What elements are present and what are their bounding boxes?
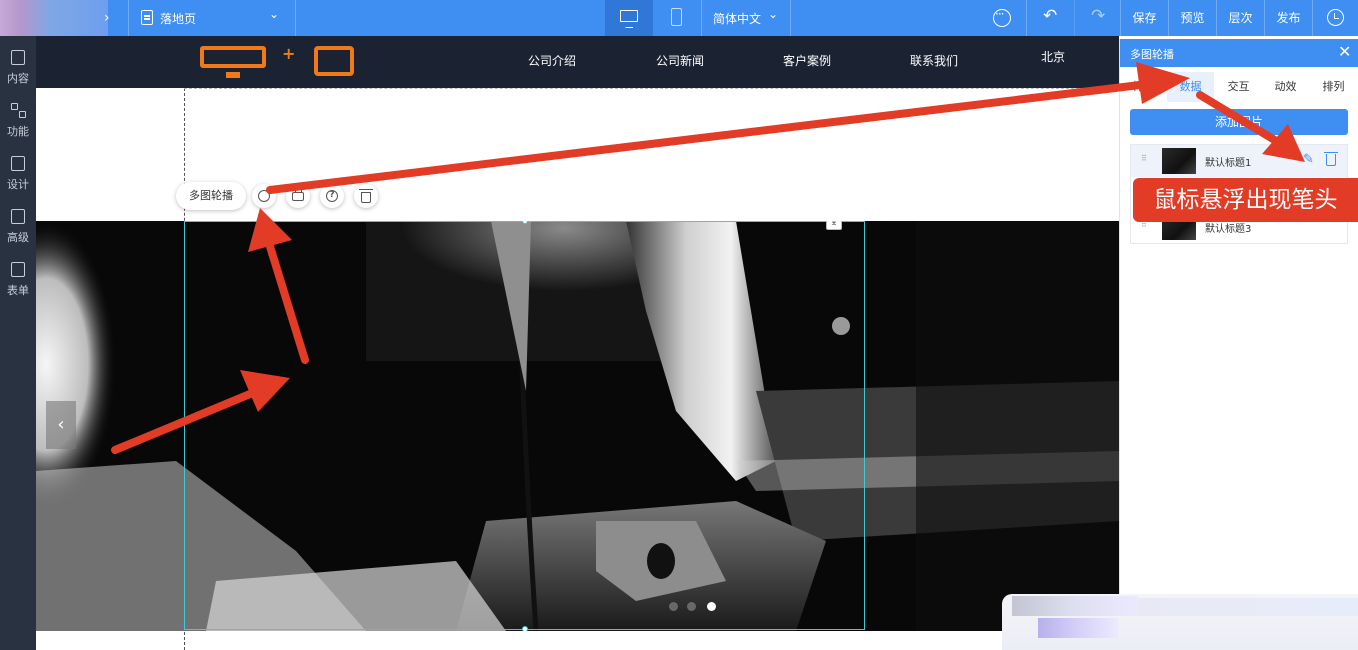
add-image-button[interactable]: 添加图片 xyxy=(1130,109,1348,135)
layers-button[interactable]: 层次 xyxy=(1216,0,1264,36)
selection-frame[interactable]: ⤓ xyxy=(184,221,865,631)
sidebar-item-features[interactable]: 功能 xyxy=(0,95,36,145)
delete-button[interactable] xyxy=(354,184,378,208)
nav-link-cases[interactable]: 客户案例 xyxy=(783,52,831,69)
pencil-icon[interactable]: ✎ xyxy=(1303,153,1317,167)
tab-data[interactable]: 数据 xyxy=(1167,72,1214,102)
page-selector[interactable]: 落地页 ⌄ xyxy=(128,0,296,36)
form-icon xyxy=(11,262,25,277)
blurred-strip xyxy=(1038,618,1118,638)
sidebar-item-label: 高级 xyxy=(7,231,29,244)
mobile-icon xyxy=(671,8,682,26)
desktop-icon xyxy=(620,10,638,28)
resize-handle-bottom[interactable] xyxy=(522,626,528,631)
list-item-title: 默认标题3 xyxy=(1205,224,1252,235)
carousel-prev-button[interactable]: ‹ xyxy=(46,401,76,449)
page-icon xyxy=(141,10,153,25)
carousel-dot[interactable] xyxy=(687,602,696,611)
properties-panel: 多图轮播 ✕ 样式 数据 交互 动效 排列 添加图片 ⠿ 默认标题1 ✎ ⠿ 默… xyxy=(1119,39,1358,650)
nav-link-news[interactable]: 公司新闻 xyxy=(656,52,704,69)
list-item[interactable]: ⠿ 默认标题1 ✎ xyxy=(1131,145,1347,177)
sidebar-item-advanced[interactable]: 高级 xyxy=(0,201,36,251)
sidebar-item-label: 内容 xyxy=(7,72,29,85)
blurred-strip xyxy=(1138,598,1358,616)
help-button[interactable]: ? xyxy=(320,184,344,208)
help-icon: ? xyxy=(326,190,338,202)
carousel-dot-active[interactable] xyxy=(707,602,716,611)
document-icon xyxy=(11,50,25,65)
gear-icon xyxy=(258,190,270,202)
horizontal-guide-line xyxy=(184,88,1119,89)
redo-icon: ↷ xyxy=(1091,6,1106,26)
save-button[interactable]: 保存 xyxy=(1120,0,1168,36)
grid-icon xyxy=(11,103,26,118)
nav-link-beijing[interactable]: 北京 xyxy=(1041,48,1065,65)
mobile-view-button[interactable] xyxy=(653,0,701,36)
tab-interaction[interactable]: 交互 xyxy=(1215,72,1262,102)
history-button[interactable] xyxy=(1312,0,1358,36)
nav-link-about[interactable]: 公司介绍 xyxy=(528,52,576,69)
nav-link-contact[interactable]: 联系我们 xyxy=(910,52,958,69)
editor-canvas[interactable]: + 公司介绍 公司新闻 客户案例 联系我们 北京 多图轮播 ? ⤓ ‹ xyxy=(36,36,1119,650)
sidebar-item-label: 功能 xyxy=(7,125,29,138)
component-name-tag[interactable]: 多图轮播 xyxy=(176,182,246,210)
panel-title: 多图轮播 xyxy=(1130,48,1174,61)
undo-button[interactable]: ↶ xyxy=(1026,0,1074,36)
editor-root: › 落地页 ⌄ 简体中文 ⌄ ↶ ↷ 保存 预览 层次 发布 xyxy=(0,0,1358,650)
drag-handle-icon[interactable]: ⠿ xyxy=(1141,155,1147,166)
drag-handle-icon[interactable]: ⠿ xyxy=(1141,221,1147,232)
redo-button[interactable]: ↷ xyxy=(1074,0,1122,36)
sidebar-item-design[interactable]: 设计 xyxy=(0,148,36,198)
monitor-logo-icon xyxy=(200,46,266,78)
download-icon[interactable]: ⤓ xyxy=(826,221,842,230)
sidebar-item-content[interactable]: 内容 xyxy=(0,42,36,92)
code-icon xyxy=(11,209,25,224)
list-item-title: 默认标题1 xyxy=(1205,158,1252,169)
blurred-logo-area xyxy=(0,0,108,36)
more-icon xyxy=(993,7,1011,27)
trash-icon[interactable] xyxy=(1324,152,1338,166)
history-icon xyxy=(1327,9,1344,26)
top-toolbar: › 落地页 ⌄ 简体中文 ⌄ ↶ ↷ 保存 预览 层次 发布 xyxy=(0,0,1358,36)
layout-icon xyxy=(11,156,25,171)
carousel-dot[interactable] xyxy=(669,602,678,611)
site-navbar: + 公司介绍 公司新闻 客户案例 联系我们 北京 xyxy=(36,36,1119,88)
desktop-view-button[interactable] xyxy=(605,0,653,36)
sidebar-item-form[interactable]: 表单 xyxy=(0,254,36,304)
left-sidebar: 内容 功能 设计 高级 表单 xyxy=(0,36,36,650)
undo-icon: ↶ xyxy=(1043,6,1058,26)
close-icon[interactable]: ✕ xyxy=(1338,42,1351,61)
tablet-logo-icon xyxy=(314,46,354,76)
more-button[interactable] xyxy=(978,0,1026,36)
preview-button[interactable]: 预览 xyxy=(1168,0,1216,36)
tab-arrange[interactable]: 排列 xyxy=(1310,72,1357,102)
image-carousel[interactable]: ⤓ ‹ xyxy=(36,221,1119,631)
sidebar-item-label: 设计 xyxy=(7,178,29,191)
panel-tabs: 样式 数据 交互 动效 排列 xyxy=(1120,72,1358,102)
tab-animation[interactable]: 动效 xyxy=(1262,72,1309,102)
language-selector-label: 简体中文 xyxy=(713,12,762,26)
resize-handle-top[interactable] xyxy=(522,221,528,224)
trash-icon xyxy=(359,189,373,203)
lock-icon xyxy=(292,187,304,201)
language-selector[interactable]: 简体中文 ⌄ xyxy=(701,0,791,36)
site-logo[interactable]: + xyxy=(200,46,356,78)
panel-header: 多图轮播 ✕ xyxy=(1120,39,1358,67)
forward-arrow-icon[interactable]: › xyxy=(104,9,118,27)
tab-style[interactable]: 样式 xyxy=(1120,72,1167,102)
lock-button[interactable] xyxy=(286,184,310,208)
image-thumbnail xyxy=(1162,148,1196,174)
publish-button[interactable]: 发布 xyxy=(1264,0,1312,36)
settings-button[interactable] xyxy=(252,184,276,208)
plus-logo-icon: + xyxy=(282,44,296,63)
sidebar-item-label: 表单 xyxy=(7,284,29,297)
page-selector-label: 落地页 xyxy=(160,12,197,26)
chevron-down-icon: ⌄ xyxy=(269,7,280,21)
annotation-callout: 鼠标悬浮出现笔头 xyxy=(1133,178,1358,222)
blurred-strip xyxy=(1012,596,1138,616)
blurred-overlay xyxy=(1002,594,1358,650)
chevron-down-icon: ⌄ xyxy=(768,7,779,21)
